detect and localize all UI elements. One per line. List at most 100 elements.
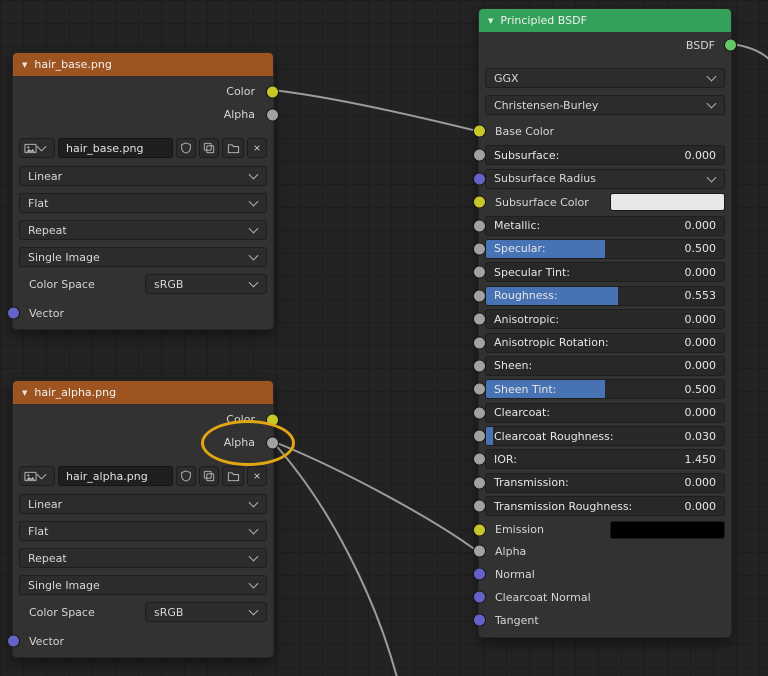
- anisotropic-rotation-socket[interactable]: [473, 336, 486, 350]
- subsurface-radius-socket[interactable]: [473, 172, 486, 186]
- tangent-input-socket[interactable]: [473, 613, 486, 627]
- roughness-socket[interactable]: [473, 289, 486, 303]
- extension-value: Repeat: [28, 223, 67, 237]
- chevron-down-icon: [706, 71, 717, 82]
- collapse-icon[interactable]: ▼: [488, 17, 493, 25]
- image-icon: [24, 471, 37, 481]
- image-browse-button[interactable]: [19, 138, 55, 158]
- image-browse-button[interactable]: [19, 466, 55, 486]
- bsdf-output-socket[interactable]: [724, 38, 737, 52]
- folder-icon: [227, 143, 239, 153]
- anisotropic-socket[interactable]: [473, 312, 486, 326]
- subsurface-color-swatch[interactable]: [610, 193, 725, 212]
- subsurface-color-socket[interactable]: [473, 195, 486, 209]
- colorspace-dropdown[interactable]: sRGB: [145, 602, 267, 622]
- emission-label: Emission: [495, 523, 544, 537]
- subsurface-row: Subsurface: 0.000: [473, 145, 731, 166]
- ior-field[interactable]: IOR: 1.450: [485, 449, 725, 470]
- fake-user-button[interactable]: [176, 466, 196, 486]
- open-image-button[interactable]: [222, 138, 244, 158]
- transmission-socket[interactable]: [473, 476, 486, 490]
- close-icon: ×: [253, 469, 261, 483]
- shield-icon: [181, 470, 191, 482]
- emission-swatch[interactable]: [610, 520, 725, 539]
- subsurface-field[interactable]: Subsurface: 0.000: [485, 145, 725, 166]
- projection-dropdown[interactable]: Flat: [19, 521, 267, 541]
- node-title: hair_base.png: [34, 58, 112, 71]
- projection-dropdown[interactable]: Flat: [19, 193, 267, 213]
- node-editor-canvas[interactable]: ▼ hair_base.png Color Alpha hair_base.pn…: [0, 0, 768, 676]
- ior-socket[interactable]: [473, 452, 486, 466]
- new-image-button[interactable]: [199, 138, 219, 158]
- collapse-icon[interactable]: ▼: [22, 389, 27, 397]
- specular-tint-field[interactable]: Specular Tint: 0.000: [485, 262, 725, 283]
- clearcoat-field[interactable]: Clearcoat: 0.000: [485, 402, 725, 423]
- emission-row: Emission: [473, 520, 731, 540]
- colorspace-dropdown[interactable]: sRGB: [145, 274, 267, 294]
- chevron-down-icon: [248, 497, 259, 508]
- new-image-button[interactable]: [199, 466, 219, 486]
- hair-base-header[interactable]: ▼ hair_base.png: [13, 53, 273, 76]
- transmission-roughness-socket[interactable]: [473, 499, 486, 513]
- image-name-field[interactable]: hair_alpha.png: [58, 466, 173, 486]
- sheen-field[interactable]: Sheen: 0.000: [485, 355, 725, 376]
- metallic-row: Metallic: 0.000: [473, 215, 731, 236]
- base-color-socket[interactable]: [473, 124, 486, 138]
- open-image-button[interactable]: [222, 466, 244, 486]
- hair-alpha-vector-input-row: Vector: [7, 630, 273, 652]
- interpolation-dropdown[interactable]: Linear: [19, 166, 267, 186]
- alpha-input-socket[interactable]: [473, 544, 486, 558]
- transmission-roughness-field[interactable]: Transmission Roughness: 0.000: [485, 496, 725, 517]
- emission-socket[interactable]: [473, 523, 486, 537]
- metallic-field[interactable]: Metallic: 0.000: [485, 215, 725, 236]
- subsurface-color-label: Subsurface Color: [495, 195, 589, 209]
- clearcoat-row: Clearcoat: 0.000: [473, 402, 731, 423]
- alpha-output-socket[interactable]: [266, 108, 279, 121]
- clearcoat-socket[interactable]: [473, 406, 486, 420]
- node-principled-bsdf[interactable]: ▼ Principled BSDF BSDF GGX Christensen-B…: [473, 8, 737, 638]
- unlink-image-button[interactable]: ×: [247, 138, 267, 158]
- base-color-label: Base Color: [495, 124, 555, 138]
- distribution-dropdown[interactable]: GGX: [485, 68, 725, 88]
- collapse-icon[interactable]: ▼: [22, 61, 27, 69]
- metallic-socket[interactable]: [473, 219, 486, 233]
- source-dropdown[interactable]: Single Image: [19, 247, 267, 267]
- sheen-tint-field[interactable]: Sheen Tint: 0.500: [485, 379, 725, 400]
- specular-socket[interactable]: [473, 242, 486, 256]
- fake-user-button[interactable]: [176, 138, 196, 158]
- roughness-field[interactable]: Roughness: 0.553: [485, 285, 725, 306]
- normal-input-socket[interactable]: [473, 567, 486, 581]
- specular-field[interactable]: Specular: 0.500: [485, 238, 725, 259]
- clearcoat-roughness-field[interactable]: Clearcoat Roughness: 0.030: [485, 426, 725, 447]
- extension-dropdown[interactable]: Repeat: [19, 220, 267, 240]
- sheen-tint-socket[interactable]: [473, 382, 486, 396]
- hair-base-projection-row: Flat: [19, 193, 267, 213]
- hair-alpha-header[interactable]: ▼ hair_alpha.png: [13, 381, 273, 404]
- anisotropic-rotation-field[interactable]: Anisotropic Rotation: 0.000: [485, 332, 725, 353]
- transmission-field[interactable]: Transmission: 0.000: [485, 472, 725, 493]
- subsurface-socket[interactable]: [473, 148, 486, 162]
- sheen-socket[interactable]: [473, 359, 486, 373]
- image-name-field[interactable]: hair_base.png: [58, 138, 173, 158]
- alpha-output-label: Alpha: [223, 108, 255, 121]
- color-output-socket[interactable]: [266, 85, 279, 98]
- clearcoat-normal-input-socket[interactable]: [473, 590, 486, 604]
- interpolation-dropdown[interactable]: Linear: [19, 494, 267, 514]
- colorspace-label: Color Space: [29, 605, 95, 619]
- vector-input-socket[interactable]: [7, 634, 20, 648]
- clearcoat-roughness-socket[interactable]: [473, 429, 486, 443]
- subsurface-method-dropdown[interactable]: Christensen-Burley: [485, 95, 725, 115]
- specular-tint-socket[interactable]: [473, 265, 486, 279]
- source-dropdown[interactable]: Single Image: [19, 575, 267, 595]
- unlink-image-button[interactable]: ×: [247, 466, 267, 486]
- bsdf-header[interactable]: ▼ Principled BSDF: [479, 9, 731, 32]
- anisotropic-row: Anisotropic: 0.000: [473, 309, 731, 330]
- vector-input-socket[interactable]: [7, 306, 20, 320]
- projection-value: Flat: [28, 196, 49, 210]
- copy-icon: [203, 470, 215, 482]
- anisotropic-field[interactable]: Anisotropic: 0.000: [485, 309, 725, 330]
- subsurface-radius-dropdown[interactable]: Subsurface Radius: [485, 168, 725, 189]
- node-hair-base[interactable]: ▼ hair_base.png Color Alpha hair_base.pn…: [7, 52, 279, 330]
- extension-dropdown[interactable]: Repeat: [19, 548, 267, 568]
- ior-row: IOR: 1.450: [473, 449, 731, 470]
